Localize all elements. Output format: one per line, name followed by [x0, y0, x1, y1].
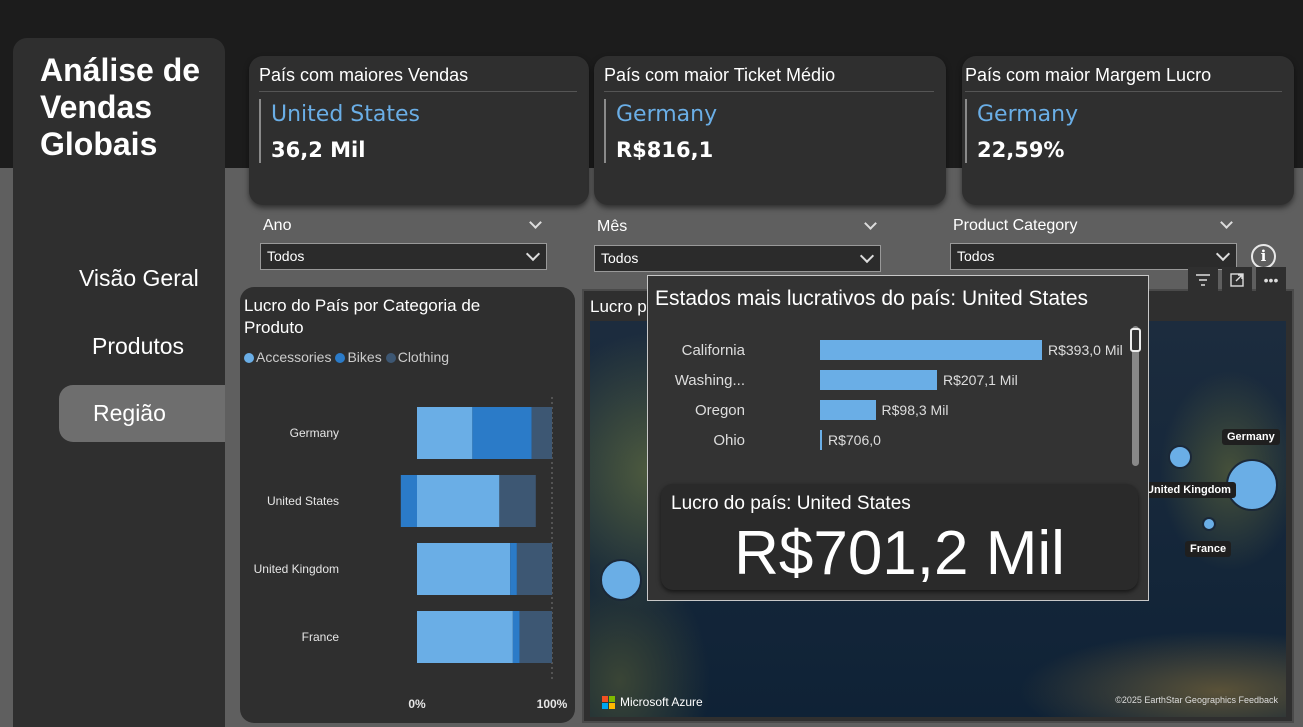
bar-chart-svg: Germany United States United Kingdom France… [254, 397, 568, 711]
kpi-value: 36,2 Mil [271, 138, 366, 162]
kpi-value: 22,59% [977, 138, 1065, 162]
bar-segment[interactable] [531, 407, 552, 459]
state-label: Ohio [713, 432, 745, 449]
map-credit[interactable]: ©2025 EarthStar Geographics Feedback [1115, 695, 1278, 705]
map-label-france: France [1185, 541, 1232, 557]
slicer-label-mes: Mês [597, 218, 628, 235]
axis-tick-label: 0% [408, 697, 426, 711]
category-label: United States [267, 494, 339, 508]
country-profit-card: Lucro do país: United States R$701,2 Mil [661, 484, 1138, 590]
state-bar[interactable] [820, 400, 876, 420]
chevron-down-icon[interactable] [864, 217, 877, 230]
scrollbar-thumb[interactable] [1130, 328, 1141, 352]
nav-item-produtos[interactable]: Produtos [92, 333, 184, 360]
slicer-dropdown-ano[interactable]: Todos [260, 243, 547, 270]
slicer-value: Todos [267, 248, 305, 264]
bar-segment[interactable] [400, 475, 417, 527]
bar-segment[interactable] [516, 543, 552, 595]
tooltip-popup: Estados mais lucrativos do país: United … [647, 275, 1149, 601]
accent-bar [604, 99, 606, 163]
map-bubble-france[interactable] [1202, 517, 1216, 531]
kpi-card-margem: País com maior Margem Lucro Germany 22,5… [962, 56, 1294, 205]
focus-mode-icon[interactable] [1222, 267, 1252, 293]
state-value-label: R$98,3 Mil [881, 402, 949, 418]
profit-by-category-chart: Lucro do País por Categoria de Produto A… [240, 287, 575, 723]
app-title: Análise de Vendas Globais [40, 52, 201, 162]
bar-segment[interactable] [417, 407, 473, 459]
chevron-down-icon [525, 246, 541, 262]
bar-segment[interactable] [417, 543, 511, 595]
kpi-country: Germany [977, 102, 1079, 127]
kpi-card-ticket: País com maior Ticket Médio Germany R$81… [594, 56, 946, 205]
bar-segment[interactable] [510, 543, 517, 595]
nav-item-regiao[interactable]: Região [59, 385, 225, 442]
navigation-sidebar: Análise de Vendas Globais Visão Geral Pr… [13, 38, 225, 727]
kpi-title: País com maiores Vendas [259, 65, 469, 85]
bar-segment[interactable] [499, 475, 536, 527]
divider [259, 91, 577, 92]
bar-segment[interactable] [519, 611, 552, 663]
more-options-icon[interactable]: ••• [1256, 267, 1286, 293]
state-label: California [681, 342, 745, 359]
accent-bar [259, 99, 261, 163]
brand-label: Microsoft Azure [620, 695, 703, 709]
state-bar[interactable] [820, 430, 822, 450]
slicer-dropdown-category[interactable]: Todos [950, 243, 1237, 270]
accent-bar [965, 99, 967, 163]
state-value-label: R$207,1 Mil [942, 372, 1018, 388]
bar-segment[interactable] [417, 611, 513, 663]
divider [604, 91, 934, 92]
slicer-label-ano: Ano [263, 217, 292, 234]
bar-segment[interactable] [512, 611, 520, 663]
kpi-country: Germany [616, 102, 718, 127]
slicer-dropdown-mes[interactable]: Todos [594, 245, 881, 272]
state-label: Washing... [674, 372, 745, 389]
chevron-down-icon [859, 248, 875, 264]
map-bubble-united-states[interactable] [600, 559, 642, 601]
state-value-label: R$706,0 [828, 432, 881, 448]
map-bubble-united-kingdom[interactable] [1168, 445, 1192, 469]
category-label: France [302, 630, 340, 644]
bar-segment[interactable] [417, 475, 500, 527]
chevron-down-icon [1215, 246, 1231, 262]
slicer-value: Todos [601, 250, 639, 266]
chevron-down-icon[interactable] [529, 216, 542, 229]
card-title: Lucro do país: United States [671, 493, 911, 514]
tooltip-title: Estados mais lucrativos do país: United … [655, 287, 1089, 310]
state-bar[interactable] [820, 340, 1042, 360]
kpi-title: País com maior Ticket Médio [604, 65, 836, 85]
microsoft-icon [602, 695, 615, 709]
nav-item-visao-geral[interactable]: Visão Geral [79, 265, 199, 292]
kpi-country: United States [271, 102, 420, 127]
state-label: Oregon [694, 402, 745, 419]
bar-segment[interactable] [472, 407, 532, 459]
kpi-card-vendas: País com maiores Vendas United States 36… [249, 56, 589, 205]
filter-icon[interactable] [1188, 267, 1218, 293]
map-title: Lucro p [590, 297, 647, 316]
kpi-title: País com maior Margem Lucro [965, 65, 1212, 85]
slicer-label-category: Product Category [953, 217, 1078, 234]
divider [965, 91, 1282, 92]
kpi-value: R$816,1 [616, 138, 714, 162]
category-label: United Kingdom [254, 562, 339, 576]
state-value-label: R$393,0 Mil [1048, 342, 1123, 358]
visual-header: ••• [1188, 267, 1288, 293]
slicer-value: Todos [957, 248, 995, 264]
map-label-united-kingdom: United Kingdom [1141, 482, 1236, 498]
axis-tick-label: 100% [537, 697, 568, 711]
category-label: Germany [290, 426, 339, 440]
card-value: R$701,2 Mil [734, 519, 1065, 588]
info-icon[interactable]: i [1251, 244, 1276, 269]
chevron-down-icon[interactable] [1220, 216, 1233, 229]
state-bar[interactable] [820, 370, 937, 390]
microsoft-azure-logo: Microsoft Azure [602, 695, 703, 709]
map-label-germany: Germany [1222, 429, 1280, 445]
